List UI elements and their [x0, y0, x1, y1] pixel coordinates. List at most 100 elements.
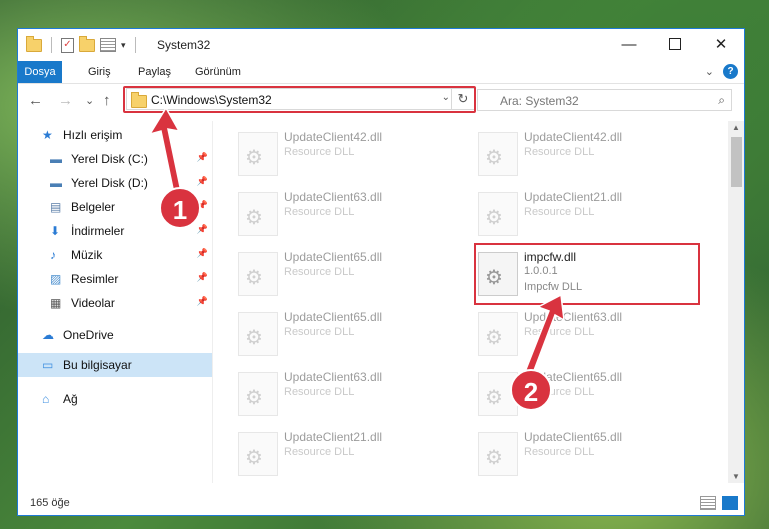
- new-folder-icon[interactable]: [79, 35, 95, 52]
- status-bar: 165 öğe: [18, 491, 744, 515]
- sidebar-item-label: Belgeler: [71, 200, 116, 214]
- scroll-thumb[interactable]: [731, 137, 742, 187]
- folder-icon: [26, 35, 42, 52]
- help-icon[interactable]: ?: [723, 64, 738, 79]
- file-name: UpdateClient63.dll: [284, 370, 383, 384]
- sidebar-item-label: Ağ: [63, 392, 78, 406]
- pin-icon: 📌: [196, 152, 208, 162]
- properties-icon[interactable]: [100, 38, 116, 52]
- file-item[interactable]: UpdateClient63.dll Resource DLL: [214, 185, 442, 243]
- properties-check-icon[interactable]: ✓: [61, 37, 74, 53]
- sidebar-item[interactable]: ▬ Yerel Disk (C:) 📌: [18, 147, 212, 171]
- close-button[interactable]: ✕: [698, 29, 744, 59]
- sidebar-item[interactable]: ☁ OneDrive: [18, 323, 212, 347]
- window-title: System32: [157, 38, 211, 52]
- dll-file-icon: [238, 132, 278, 176]
- navigation-pane: ★ Hızlı erişim ▬ Yerel Disk (C:) 📌 ▬ Yerel Dis…: [18, 121, 213, 483]
- dll-file-icon: [478, 432, 518, 476]
- file-list: UpdateClient42.dllResource DLLUpdateClie…: [214, 121, 728, 483]
- file-name: UpdateClient63.dll: [284, 190, 383, 204]
- sidebar-item-label: OneDrive: [63, 328, 114, 342]
- sidebar-item[interactable]: ⌂ Ağ: [18, 387, 212, 411]
- file-item[interactable]: UpdateClient63.dll Resource DLL: [454, 305, 682, 363]
- navigation-bar: ← → ⌄ ↑ C:\Windows\System32 ⌄ ↻ Ara: Sys…: [18, 85, 744, 117]
- file-description: Resource DLL: [284, 146, 355, 158]
- sidebar-item[interactable]: ▨ Resimler 📌: [18, 267, 212, 291]
- separator: [134, 37, 136, 53]
- pin-icon: 📌: [196, 296, 208, 306]
- file-name: UpdateClient21.dll: [524, 190, 623, 204]
- tab-share[interactable]: Paylaş: [128, 61, 181, 83]
- network-icon: ⌂: [42, 392, 50, 406]
- file-explorer-window: ✓ ▾ System32 — ✕ Dosya Giriş Paylaş Görü…: [17, 28, 745, 516]
- sidebar-item[interactable]: ▭ Bu bilgisayar: [18, 353, 212, 377]
- sidebar-item-label: Resimler: [71, 272, 119, 286]
- file-description: Resource DLL: [284, 326, 355, 338]
- maximize-button[interactable]: [652, 29, 698, 59]
- close-icon: ✕: [714, 36, 728, 53]
- dll-file-icon: [238, 432, 278, 476]
- scroll-down-icon[interactable]: ▼: [732, 472, 740, 481]
- file-item[interactable]: UpdateClient65.dllResource DLL: [454, 425, 682, 483]
- scroll-up-icon[interactable]: ▲: [732, 123, 740, 132]
- expand-ribbon-icon[interactable]: ⌄: [705, 65, 714, 78]
- pin-icon: 📌: [196, 272, 208, 282]
- file-name: UpdateClient63.dll: [524, 310, 623, 324]
- tab-view[interactable]: Görünüm: [185, 61, 251, 83]
- dll-file-icon: [238, 312, 278, 356]
- file-description: Resource DLL: [284, 206, 355, 218]
- search-input[interactable]: Ara: System32 ⌕: [477, 89, 732, 111]
- dll-file-icon: [238, 192, 278, 236]
- pin-icon: 📌: [196, 176, 208, 186]
- file-item[interactable]: UpdateClient42.dll Resource DLL: [214, 125, 442, 183]
- minimize-button[interactable]: —: [606, 29, 652, 59]
- file-item[interactable]: UpdateClient63.dll Resource DLL: [214, 365, 442, 423]
- vertical-scrollbar[interactable]: ▲ ▼: [728, 121, 744, 483]
- file-item[interactable]: UpdateClient65.dllResource DLL: [214, 245, 442, 303]
- step-2-badge: 2: [510, 369, 552, 411]
- maximize-icon: [669, 38, 681, 50]
- file-name: UpdateClient65.dll: [284, 310, 383, 324]
- file-description: Resource DLL: [524, 326, 595, 338]
- details-view-icon[interactable]: [700, 496, 716, 510]
- file-item[interactable]: UpdateClient65.dllResource DLL: [454, 365, 682, 423]
- file-item[interactable]: UpdateClient42.dll Resource DLL: [454, 125, 682, 183]
- customize-dropdown-icon[interactable]: ▾: [121, 40, 126, 51]
- star-icon: ★: [42, 128, 53, 142]
- file-item[interactable]: UpdateClient65.dll Resource DLL: [214, 305, 442, 363]
- sidebar-item[interactable]: ♪ Müzik 📌: [18, 243, 212, 267]
- title-bar: ✓ ▾ System32 — ✕: [18, 29, 744, 61]
- file-name: UpdateClient65.dll: [284, 250, 383, 264]
- item-count: 165 öğe: [30, 497, 70, 509]
- pin-icon: 📌: [196, 248, 208, 258]
- tab-file[interactable]: Dosya: [18, 61, 62, 83]
- file-name: UpdateClient65.dll: [524, 430, 623, 444]
- file-item[interactable]: UpdateClient21.dll Resource DLL: [214, 425, 442, 483]
- music-icon: ♪: [50, 248, 56, 262]
- documents-icon: ▤: [50, 200, 62, 214]
- quick-access-toolbar: ✓ ▾: [26, 35, 140, 53]
- file-name: UpdateClient21.dll: [284, 430, 383, 444]
- sidebar-item-label: Yerel Disk (C:): [71, 152, 148, 166]
- sidebar-item[interactable]: ▦ Videolar 📌: [18, 291, 212, 315]
- videos-icon: ▦: [50, 296, 62, 310]
- tab-home[interactable]: Giriş: [78, 61, 121, 83]
- sidebar-item-label: Hızlı erişim: [63, 128, 123, 142]
- file-item[interactable]: UpdateClient21.dll Resource DLL: [454, 185, 682, 243]
- file-description: Resource DLL: [284, 446, 355, 458]
- forward-button[interactable]: →: [58, 92, 73, 109]
- sidebar-item[interactable]: ★ Hızlı erişim: [18, 123, 212, 147]
- file-highlight-box: [474, 243, 700, 305]
- address-highlight-box: [123, 86, 476, 113]
- back-button[interactable]: ←: [28, 92, 43, 109]
- search-placeholder: Ara: System32: [500, 94, 579, 108]
- sidebar-item-label: Müzik: [71, 248, 103, 262]
- tiles-view-icon[interactable]: [722, 496, 738, 510]
- ribbon-tabs: Dosya Giriş Paylaş Görünüm ⌄ ?: [18, 61, 744, 84]
- sidebar-item-label: İndirmeler: [71, 224, 125, 238]
- up-button[interactable]: ↑: [103, 92, 111, 109]
- dll-file-icon: [238, 372, 278, 416]
- dll-file-icon: [478, 192, 518, 236]
- recent-locations-button[interactable]: ⌄: [85, 94, 94, 107]
- dll-file-icon: [478, 312, 518, 356]
